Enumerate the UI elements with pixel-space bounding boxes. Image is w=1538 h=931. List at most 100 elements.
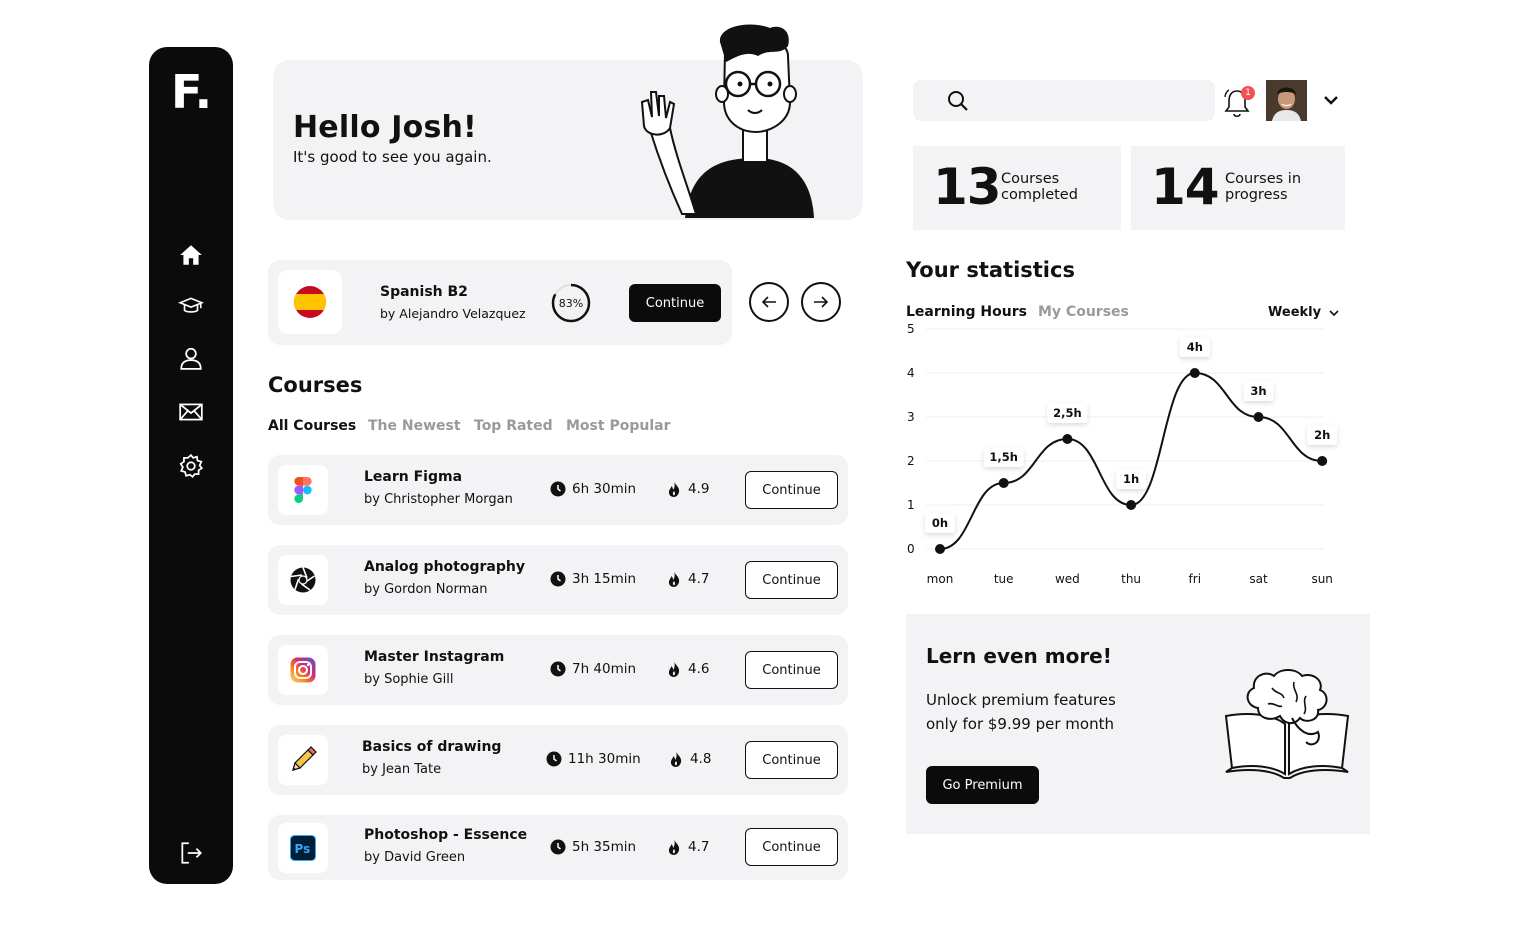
course-row: Master Instagram by Sophie Gill 7h 40min… [268,635,848,705]
flame-icon [670,751,682,767]
tab-top-rated[interactable]: Top Rated [474,418,553,434]
chart-x-tick-label: tue [994,572,1014,586]
sidebar: F. [149,47,233,884]
figma-icon [278,465,328,515]
chart-point [998,478,1009,488]
tab-the-newest[interactable]: The Newest [368,418,461,434]
search-bar [913,80,1215,121]
search-input[interactable] [981,88,1201,114]
user-icon[interactable] [177,344,205,372]
tab-my-courses[interactable]: My Courses [1038,304,1129,320]
clock-icon [550,661,566,677]
course-author: by Jean Tate [362,762,442,777]
chart-point [1126,500,1137,510]
course-row: Analog photography by Gordon Norman 3h 1… [268,545,848,615]
chart-y-tick-label: 5 [907,322,915,336]
courses-heading: Courses [268,373,363,397]
welcome-subtitle: It's good to see you again. [293,148,492,166]
arrow-left-icon [761,296,776,308]
course-author: by Christopher Morgan [364,492,513,507]
spain-flag-icon [278,270,342,334]
chart-y-tick-label: 1 [907,498,915,512]
course-rating: 4.7 [668,839,709,855]
continue-button[interactable]: Continue [745,828,838,866]
period-value: Weekly [1268,305,1322,320]
continue-button[interactable]: Continue [745,651,838,689]
course-time-text: 6h 30min [572,481,637,497]
current-course-author: by Alejandro Velazquez [380,306,526,321]
continue-current-button[interactable]: Continue [629,284,721,322]
chart-data-label: 1h [1123,472,1139,486]
waving-character-illustration [640,24,814,218]
previous-arrow-button[interactable] [749,282,789,322]
graduation-cap-icon[interactable] [177,292,205,320]
tab-most-popular[interactable]: Most Popular [566,418,670,434]
course-rating-text: 4.7 [688,839,710,855]
course-progress-label: 83% [558,296,584,310]
chart-point [1317,456,1328,466]
pencil-icon [278,735,328,785]
course-rating-text: 4.9 [688,481,710,497]
course-author: by Sophie Gill [364,672,454,687]
continue-button[interactable]: Continue [745,471,838,509]
course-duration: 3h 15min [550,571,636,587]
tab-learning-hours[interactable]: Learning Hours [906,304,1027,320]
next-arrow-button[interactable] [801,282,841,322]
tab-all-courses[interactable]: All Courses [268,418,356,434]
settings-icon[interactable] [177,452,205,480]
chevron-down-icon [1329,309,1339,316]
clock-icon [546,751,562,767]
photoshop-icon: Ps [278,823,328,873]
course-rating: 4.7 [668,571,709,587]
chart-data-label: 4h [1187,340,1203,354]
course-row: Basics of drawing by Jean Tate 11h 30min… [268,725,848,795]
app-logo[interactable]: F. [171,65,212,119]
flame-icon [668,839,680,855]
chart-data-label: 3h [1250,384,1266,398]
course-rating: 4.6 [668,661,709,677]
clock-icon [550,839,566,855]
chart-point [935,544,945,554]
course-rating: 4.9 [668,481,709,497]
chart-x-tick-label: wed [1055,572,1080,586]
course-row: Learn Figma by Christopher Morgan 6h 30m… [268,455,848,525]
courses-in-progress-count: 14 [1151,158,1220,216]
courses-completed-card: 13 Courses completed [913,146,1121,230]
course-duration: 5h 35min [550,839,636,855]
course-time-text: 5h 35min [572,839,637,855]
courses-in-progress-card: 14 Courses in progress [1131,146,1345,230]
premium-text: Unlock premium features only for $9.99 p… [926,691,1116,733]
chart-point [1253,412,1264,422]
course-title: Learn Figma [364,469,463,485]
chart-point [1189,368,1200,378]
course-time-text: 11h 30min [568,751,641,767]
course-duration: 11h 30min [546,751,641,767]
course-rating: 4.8 [670,751,711,767]
premium-promo-card: Lern even more! Unlock premium features … [906,614,1370,834]
course-author: by Gordon Norman [364,582,488,597]
logout-icon[interactable] [177,839,205,867]
chart-data-label: 0h [932,516,948,530]
course-author: by David Green [364,850,466,865]
go-premium-button[interactable]: Go Premium [926,766,1039,804]
home-icon[interactable] [177,241,205,269]
course-title: Photoshop - Essence [364,827,528,843]
premium-title: Lern even more! [926,644,1112,668]
course-title: Master Instagram [364,649,505,665]
continue-button[interactable]: Continue [745,741,838,779]
courses-in-progress-label: Courses in progress [1225,171,1302,203]
course-title: Analog photography [364,559,525,575]
chart-data-label: 1,5h [989,450,1018,464]
search-icon[interactable] [947,90,969,112]
continue-button[interactable]: Continue [745,561,838,599]
current-course-title: Spanish B2 [380,284,468,300]
arrow-right-icon [814,296,829,308]
course-duration: 6h 30min [550,481,636,497]
course-time-text: 7h 40min [572,661,637,677]
avatar[interactable] [1266,80,1307,121]
mail-icon[interactable] [177,398,205,426]
chart-y-tick-label: 0 [907,542,915,556]
chevron-down-icon[interactable] [1323,92,1339,108]
welcome-title: Hello Josh! [293,110,477,145]
period-dropdown[interactable]: Weekly [1268,305,1339,320]
